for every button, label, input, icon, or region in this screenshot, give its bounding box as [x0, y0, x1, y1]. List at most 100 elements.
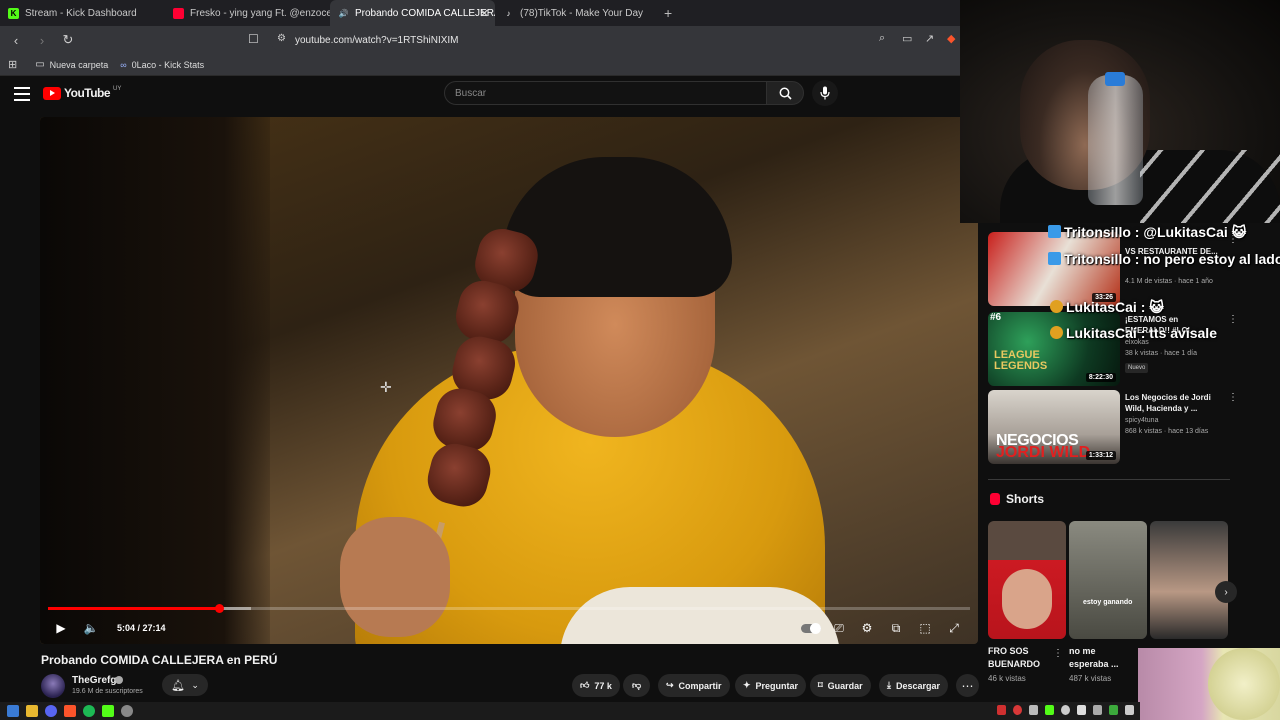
brave-icon[interactable]: [64, 705, 76, 717]
channel-name[interactable]: TheGrefg: [72, 675, 116, 686]
notification-bell-button[interactable]: 🔔︎ ⌄: [162, 674, 208, 696]
short-views: 487 k vistas: [1069, 674, 1112, 683]
spotify-icon[interactable]: [83, 705, 95, 717]
fullscreen-icon[interactable]: ⤢: [945, 619, 963, 637]
dislike-button[interactable]: 👎︎: [623, 674, 651, 697]
search-placeholder: Buscar: [455, 87, 487, 99]
discord-icon[interactable]: [45, 705, 57, 717]
tray-icon[interactable]: [1093, 705, 1102, 715]
close-tab-icon[interactable]: ✕: [480, 7, 489, 20]
microphone-icon[interactable]: [1077, 705, 1086, 715]
tab-youtube-active[interactable]: 🔊 Probando COMIDA CALLEJERA ✕: [330, 0, 495, 26]
tray-icon[interactable]: [1029, 705, 1038, 715]
start-icon[interactable]: [7, 705, 19, 717]
chat-text: tts avisale: [1149, 325, 1217, 341]
video-frame-bystander: [40, 117, 270, 644]
kebab-menu-icon[interactable]: ⋮: [1228, 392, 1238, 403]
tray-icon[interactable]: [1045, 705, 1054, 715]
back-button[interactable]: ‹: [6, 30, 26, 50]
volume-icon[interactable]: 🔈: [82, 619, 100, 637]
bottle-image: [1088, 75, 1143, 205]
kebab-menu-icon[interactable]: ⋮: [1053, 648, 1063, 659]
short-title[interactable]: FRO SOS BUENARDO: [988, 645, 1048, 671]
short-face: [1002, 569, 1052, 629]
youtube-logo[interactable]: YouTube UY: [43, 86, 121, 100]
tray-icon[interactable]: [1013, 705, 1022, 715]
share-label: Compartir: [678, 680, 722, 691]
video-meta: 38 k vistas · hace 1 día: [1125, 350, 1197, 357]
short-thumbnail[interactable]: [1150, 521, 1228, 639]
save-button[interactable]: ⌑ Guardar: [810, 674, 871, 697]
short-thumbnail[interactable]: [988, 521, 1066, 639]
video-title[interactable]: Los Negocios de Jordi Wild, Hacienda y .…: [1125, 392, 1223, 414]
chevron-right-icon[interactable]: ›: [1215, 581, 1237, 603]
tab-youtube-fresko[interactable]: Fresko - ying yang Ft. @enzocerobul: [165, 0, 330, 26]
league-logo: LEAGUE LEGENDS: [994, 349, 1048, 372]
tray-icon[interactable]: [1109, 705, 1118, 715]
tray-icon[interactable]: [997, 705, 1006, 715]
badge-icon: [1048, 252, 1061, 265]
bookmark-kick-stats[interactable]: ∞ 0Laco - Kick Stats: [120, 60, 204, 70]
brave-shield-icon[interactable]: ◆: [947, 32, 955, 45]
search-button[interactable]: [766, 81, 804, 105]
bookmark-nueva-carpeta[interactable]: ▭ Nueva carpeta: [35, 59, 108, 70]
recommended-video[interactable]: 33:26 VS RESTAURANTE DE... 4.1 M de vist…: [988, 232, 1278, 308]
play-button[interactable]: ▶: [52, 619, 70, 637]
settings-icon[interactable]: [121, 705, 133, 717]
download-button[interactable]: ⤓ Descargar: [879, 674, 949, 697]
reload-button[interactable]: ↻: [58, 30, 78, 50]
tab-tiktok[interactable]: ♪ (78)TikTok - Make Your Day: [495, 0, 660, 26]
kick-icon[interactable]: [102, 705, 114, 717]
tiktok-icon: ♪: [506, 8, 511, 18]
channel-avatar[interactable]: [41, 674, 65, 698]
ask-label: Preguntar: [755, 680, 799, 691]
share-icon[interactable]: ↗: [925, 32, 934, 45]
country-code: UY: [113, 86, 122, 92]
kebab-menu-icon[interactable]: ⋮: [1228, 314, 1238, 325]
more-actions-button[interactable]: ⋯: [956, 674, 979, 697]
channel-name[interactable]: spicy4tuna: [1125, 417, 1158, 424]
cast-icon[interactable]: ▭: [902, 32, 912, 45]
short-thumbnail[interactable]: estoy ganando: [1069, 521, 1147, 639]
video-thumbnail[interactable]: 33:26: [988, 232, 1120, 306]
tray-icon[interactable]: [1061, 705, 1070, 715]
like-button[interactable]: 👍︎ 77 k: [572, 674, 620, 697]
search-input[interactable]: Buscar: [444, 81, 767, 105]
progress-fill: [48, 607, 220, 610]
recommended-video[interactable]: #6 LEAGUE LEGENDS 8:22:30 ¡ESTAMOS en EME…: [988, 312, 1278, 388]
thumbnail-text: JORDI WILD: [996, 444, 1091, 461]
chat-text: @LukitasCai: [1143, 224, 1228, 240]
tab-kick-dashboard[interactable]: K Stream - Kick Dashboard: [0, 0, 165, 26]
cast-icon[interactable]: ⬚: [916, 619, 934, 637]
bookmark-icon[interactable]: ☐: [248, 32, 259, 46]
video-player[interactable]: ✛ ▶ 🔈 5:04 / 27:14 ⎚ ⚙ ⧉ ⬚ ⤢: [40, 117, 978, 644]
zoom-icon[interactable]: ⌕: [879, 32, 885, 45]
youtube-icon: [173, 7, 184, 19]
voice-search-button[interactable]: [812, 80, 838, 106]
menu-icon[interactable]: [14, 87, 30, 101]
forward-button[interactable]: ›: [32, 30, 52, 50]
ask-button[interactable]: ✦ Preguntar: [735, 674, 807, 697]
search-icon: [779, 87, 792, 100]
new-tab-button[interactable]: +: [664, 5, 672, 21]
short-views: 46 k vistas: [988, 674, 1026, 683]
tray-icon[interactable]: [1125, 705, 1134, 715]
speaker-icon: 🔊: [338, 8, 349, 18]
video-thumbnail[interactable]: #6 LEAGUE LEGENDS 8:22:30: [988, 312, 1120, 386]
autoplay-toggle[interactable]: [800, 619, 822, 637]
short-title[interactable]: no me esperaba ...: [1069, 645, 1129, 671]
url-field[interactable]: ⚙ youtube.com/watch?v=1RTShiNIXIM: [270, 29, 950, 51]
share-button[interactable]: ↪ Compartir: [658, 674, 730, 697]
shorts-title: Shorts: [1006, 492, 1045, 506]
bookmark-label: Nueva carpeta: [49, 59, 109, 70]
file-explorer-icon[interactable]: [26, 705, 38, 717]
site-info-icon[interactable]: ⚙: [277, 33, 286, 44]
subtitles-icon[interactable]: ⎚: [830, 619, 848, 637]
progress-bar[interactable]: [48, 604, 970, 613]
youtube-wordmark: YouTube: [64, 86, 111, 100]
recommended-video[interactable]: NEGOCIOS JORDI WILD 1:33:12 Los Negocios…: [988, 390, 1278, 466]
miniplayer-icon[interactable]: ⧉: [887, 619, 905, 637]
settings-icon[interactable]: ⚙: [858, 619, 876, 637]
apps-grid-icon[interactable]: ⊞: [8, 58, 17, 71]
video-thumbnail[interactable]: NEGOCIOS JORDI WILD 1:33:12: [988, 390, 1120, 464]
